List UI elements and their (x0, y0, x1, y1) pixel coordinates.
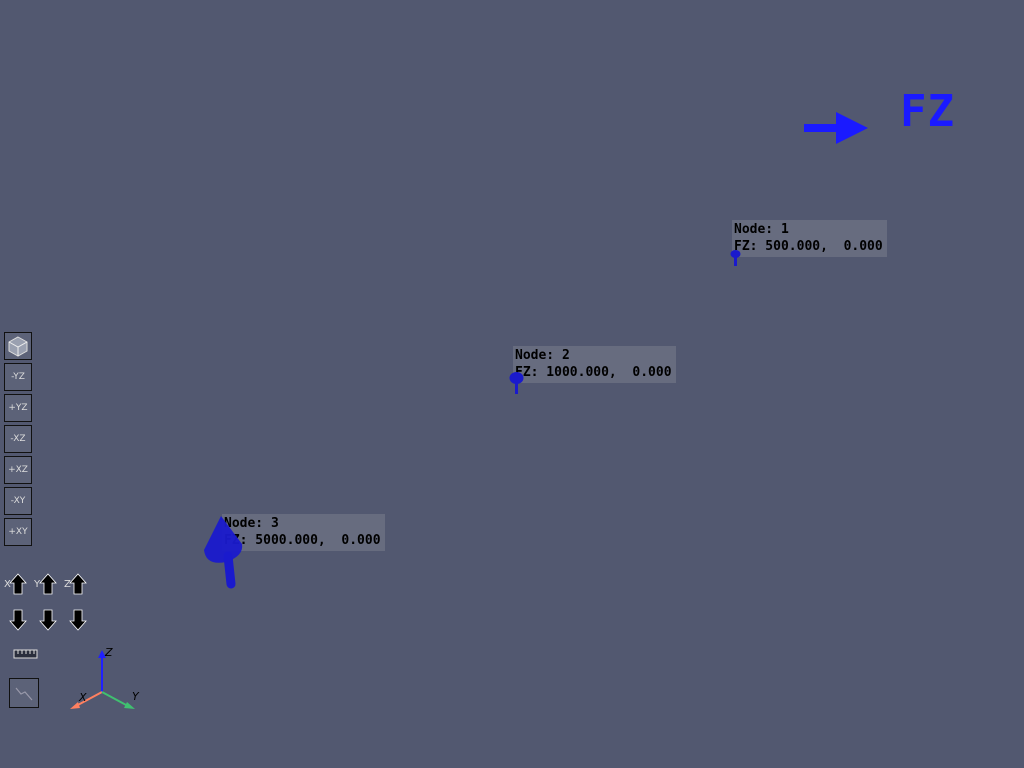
arrow-up-icon (39, 573, 57, 595)
triad-y-label: Y (132, 690, 140, 703)
view-minus-xz-icon: -XZ (10, 434, 26, 444)
isometric-cube-icon (8, 336, 28, 357)
force-arrow-icon (509, 372, 524, 394)
arrow-down-icon (9, 609, 27, 631)
triad-x-label: X (78, 691, 87, 704)
node-label-2: Node: 2 FZ: 1000.000, 0.000 (513, 346, 676, 383)
view-plus-xy-button[interactable]: +XY (4, 518, 32, 546)
triad-z-label: Z (104, 646, 113, 659)
view-plus-xz-icon: +XZ (8, 465, 28, 475)
node-title: Node: 1 (734, 222, 789, 237)
view-plus-xy-icon: +XY (8, 527, 28, 537)
force-arrow-icon (204, 516, 243, 589)
rotate-y-down-button[interactable] (38, 608, 64, 634)
view-minus-xy-button[interactable]: -XY (4, 487, 32, 515)
view-plus-yz-button[interactable]: +YZ (4, 394, 32, 422)
rotate-x-down-button[interactable] (8, 608, 34, 634)
node-title: Node: 2 (515, 348, 570, 363)
node-label-1: Node: 1 FZ: 500.000, 0.000 (732, 220, 887, 257)
arrow-up-icon (69, 573, 87, 595)
force-arrow-icon (730, 250, 741, 266)
node-value: FZ: 1000.000, 0.000 (515, 365, 672, 380)
legend-arrow-icon (804, 112, 868, 144)
plot-icon[interactable] (9, 678, 39, 708)
view-minus-xz-button[interactable]: -XZ (4, 425, 32, 453)
arrow-up-icon (9, 573, 27, 595)
view-minus-yz-icon: -YZ (11, 372, 25, 382)
view-isometric-button[interactable] (4, 332, 32, 360)
arrow-down-icon (69, 609, 87, 631)
view-plus-yz-icon: +YZ (8, 403, 28, 413)
view-minus-yz-button[interactable]: -YZ (4, 363, 32, 391)
view-plus-xz-button[interactable]: +XZ (4, 456, 32, 484)
legend-label: FZ (900, 86, 955, 137)
rotate-x-up-button[interactable]: X (4, 572, 30, 598)
arrow-down-icon (39, 609, 57, 631)
rotate-z-down-button[interactable] (68, 608, 94, 634)
axis-triad: Z X Y (70, 646, 140, 709)
ruler-icon[interactable] (13, 646, 39, 662)
view-minus-xy-icon: -XY (10, 496, 26, 506)
rotate-z-up-button[interactable]: Z (64, 572, 90, 598)
node-value: FZ: 500.000, 0.000 (734, 239, 883, 254)
rotate-y-up-button[interactable]: Y (34, 572, 60, 598)
